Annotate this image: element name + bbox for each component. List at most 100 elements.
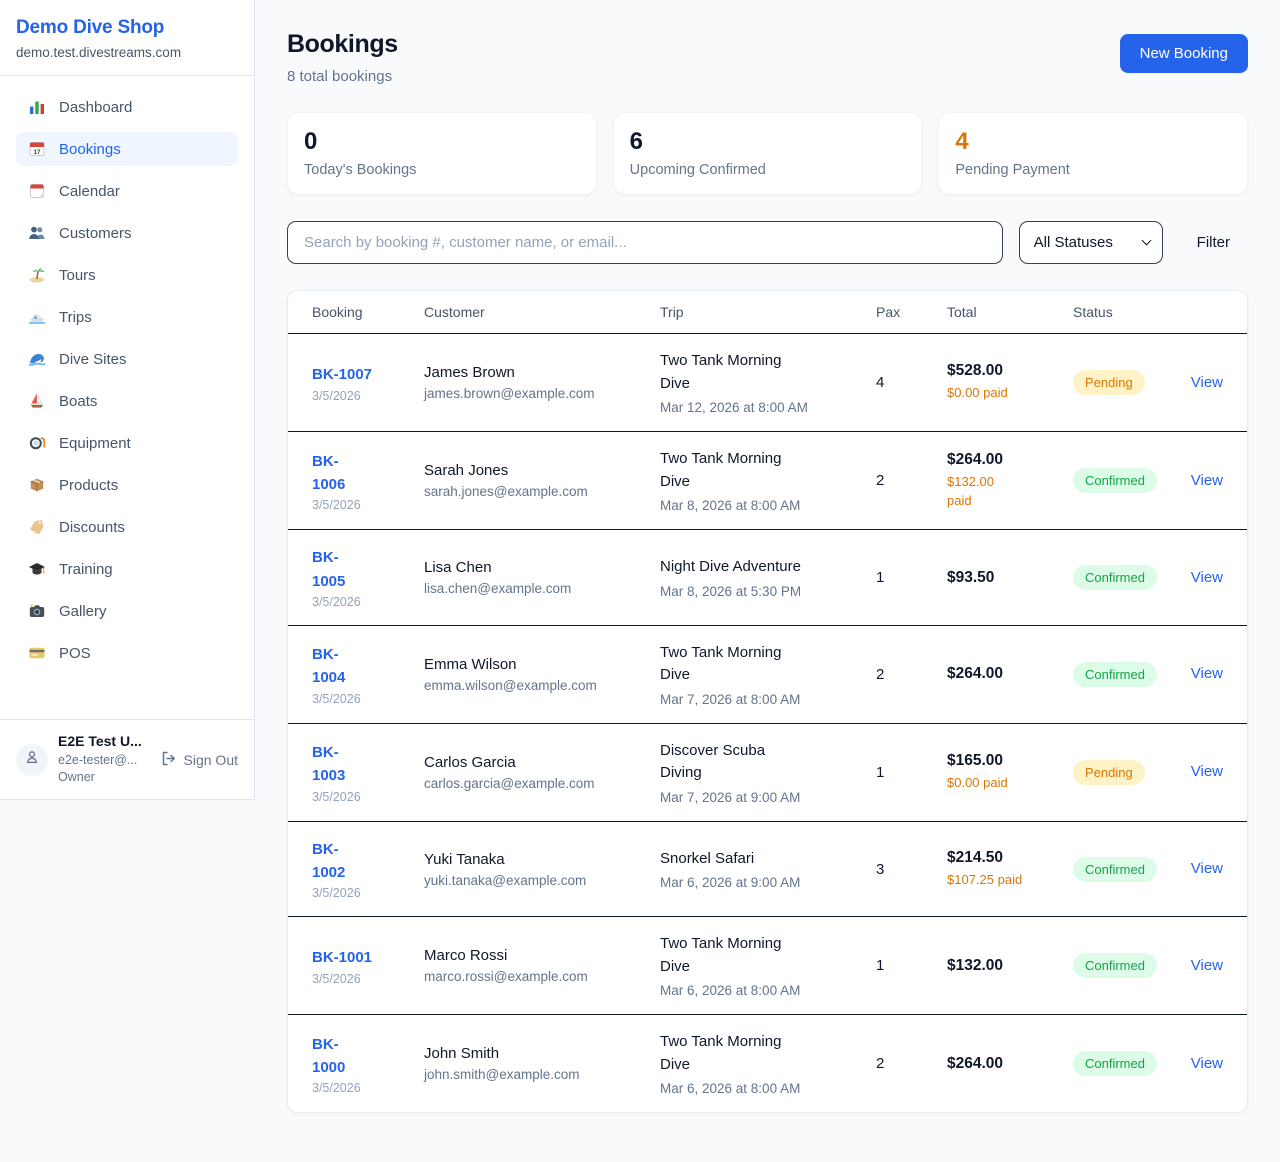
user-name: E2E Test U...	[58, 733, 142, 751]
search-input[interactable]	[287, 221, 1003, 264]
booking-id-link[interactable]: BK-1003	[312, 741, 424, 788]
sidebar-item-tours[interactable]: Tours	[16, 258, 238, 292]
sidebar-item-training[interactable]: Training	[16, 552, 238, 586]
sidebar-item-dashboard[interactable]: Dashboard	[16, 90, 238, 124]
table-row: BK-1002 3/5/2026 Yuki Tanaka yuki.tanaka…	[288, 822, 1247, 918]
sidebar-nav: Dashboard 17 Bookings Calendar Customers…	[0, 76, 254, 719]
view-link[interactable]: View	[1191, 957, 1223, 974]
sidebar-item-calendar[interactable]: Calendar	[16, 174, 238, 208]
view-link[interactable]: View	[1191, 763, 1223, 780]
customer-name: Marco Rossi	[424, 947, 660, 964]
booking-cell: BK-1000 3/5/2026	[312, 1033, 424, 1096]
status-badge: Pending	[1073, 370, 1145, 395]
booking-cell: BK-1002 3/5/2026	[312, 838, 424, 901]
sidebar-item-trips[interactable]: Trips	[16, 300, 238, 334]
stat-label: Upcoming Confirmed	[630, 162, 906, 178]
view-link[interactable]: View	[1191, 1055, 1223, 1072]
sidebar-item-label: Products	[59, 477, 118, 494]
status-cell: Confirmed	[1073, 468, 1190, 493]
column-header-actions	[1190, 304, 1223, 320]
view-link[interactable]: View	[1191, 472, 1223, 489]
booking-cell: BK-1007 3/5/2026	[312, 363, 424, 402]
sidebar-item-dive-sites[interactable]: Dive Sites	[16, 342, 238, 376]
booking-id-link[interactable]: BK-1006	[312, 450, 424, 497]
total-amount: $132.00	[947, 957, 1073, 975]
pax-cell: 2	[876, 1055, 947, 1072]
customer-name: James Brown	[424, 364, 660, 381]
sign-out-button[interactable]: Sign Out	[160, 750, 238, 770]
customer-email: marco.rossi@example.com	[424, 969, 660, 984]
view-link[interactable]: View	[1191, 665, 1223, 682]
person-icon	[24, 749, 40, 770]
user-section: E2E Test U... e2e-tester@... Owner Sign …	[0, 719, 254, 799]
customer-name: Carlos Garcia	[424, 754, 660, 771]
actions-cell: View	[1190, 569, 1223, 587]
column-header-status: Status	[1073, 304, 1190, 320]
booking-id-link[interactable]: BK-1002	[312, 838, 424, 885]
status-badge: Confirmed	[1073, 953, 1157, 978]
column-header-pax: Pax	[876, 304, 947, 320]
sidebar-item-bookings[interactable]: 17 Bookings	[16, 132, 238, 166]
status-badge: Confirmed	[1073, 1051, 1157, 1076]
status-badge: Confirmed	[1073, 857, 1157, 882]
sidebar-item-boats[interactable]: Boats	[16, 384, 238, 418]
total-cell: $165.00 $0.00 paid	[947, 752, 1073, 793]
total-cell: $132.00	[947, 957, 1073, 975]
brand: Demo Dive Shop demo.test.divestreams.com	[0, 0, 254, 76]
sidebar-item-pos[interactable]: POS	[16, 636, 238, 670]
total-amount: $264.00	[947, 1055, 1073, 1073]
actions-cell: View	[1190, 957, 1223, 975]
camera-icon	[28, 602, 46, 620]
booking-cell: BK-1001 3/5/2026	[312, 946, 424, 985]
sidebar-item-equipment[interactable]: Equipment	[16, 426, 238, 460]
customer-email: james.brown@example.com	[424, 386, 660, 401]
trip-name: Two Tank MorningDive	[660, 642, 876, 687]
pax-cell: 1	[876, 957, 947, 974]
sidebar-item-label: Bookings	[59, 141, 121, 158]
sidebar-item-label: Boats	[59, 393, 97, 410]
view-link[interactable]: View	[1191, 569, 1223, 586]
view-link[interactable]: View	[1191, 860, 1223, 877]
customer-cell: Yuki Tanaka yuki.tanaka@example.com	[424, 851, 660, 888]
status-cell: Confirmed	[1073, 857, 1190, 882]
filter-row: All Statuses Filter	[287, 221, 1248, 264]
view-link[interactable]: View	[1191, 374, 1223, 391]
sidebar-item-discounts[interactable]: Discounts	[16, 510, 238, 544]
status-cell: Pending	[1073, 370, 1190, 395]
sidebar-item-customers[interactable]: Customers	[16, 216, 238, 250]
stat-card: 6 Upcoming Confirmed	[613, 112, 923, 195]
filter-button[interactable]: Filter	[1179, 234, 1248, 251]
tear-off-calendar-icon	[28, 182, 46, 200]
new-booking-button[interactable]: New Booking	[1120, 34, 1248, 73]
page-title: Bookings	[287, 30, 398, 59]
sidebar-item-label: POS	[59, 645, 91, 662]
people-icon	[28, 224, 46, 242]
trip-date: Mar 6, 2026 at 8:00 AM	[660, 983, 876, 998]
trip-cell: Night Dive Adventure Mar 8, 2026 at 5:30…	[660, 556, 876, 599]
table-body: BK-1007 3/5/2026 James Brown james.brown…	[288, 334, 1247, 1112]
table-row: BK-1006 3/5/2026 Sarah Jones sarah.jones…	[288, 432, 1247, 530]
paid-amount: $132.00paid	[947, 473, 1073, 511]
customer-email: carlos.garcia@example.com	[424, 776, 660, 791]
booking-id-link[interactable]: BK-1005	[312, 546, 424, 593]
sidebar-item-gallery[interactable]: Gallery	[16, 594, 238, 628]
user-role: Owner	[58, 770, 142, 786]
status-badge: Confirmed	[1073, 662, 1157, 687]
booking-id-link[interactable]: BK-1004	[312, 643, 424, 690]
actions-cell: View	[1190, 860, 1223, 878]
booking-id-link[interactable]: BK-1007	[312, 363, 424, 386]
customer-email: john.smith@example.com	[424, 1067, 660, 1082]
table-row: BK-1001 3/5/2026 Marco Rossi marco.rossi…	[288, 917, 1247, 1015]
status-select[interactable]: All Statuses	[1019, 221, 1163, 264]
customer-cell: Carlos Garcia carlos.garcia@example.com	[424, 754, 660, 791]
trip-date: Mar 7, 2026 at 8:00 AM	[660, 692, 876, 707]
booking-id-link[interactable]: BK-1001	[312, 946, 424, 969]
sidebar-item-products[interactable]: Products	[16, 468, 238, 502]
status-cell: Confirmed	[1073, 662, 1190, 687]
booking-cell: BK-1005 3/5/2026	[312, 546, 424, 609]
svg-text:17: 17	[34, 149, 41, 156]
sign-out-label: Sign Out	[184, 752, 238, 768]
brand-title: Demo Dive Shop	[16, 17, 238, 39]
booking-date: 3/5/2026	[312, 389, 424, 403]
booking-id-link[interactable]: BK-1000	[312, 1033, 424, 1080]
